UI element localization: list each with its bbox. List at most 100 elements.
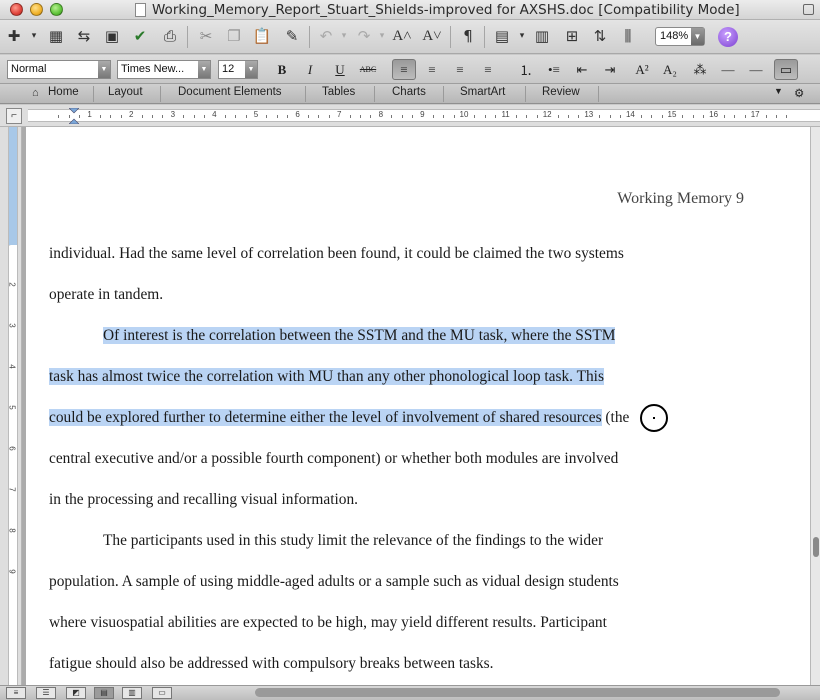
new-dropdown-icon[interactable]: ▾: [24, 26, 44, 46]
decrease-indent-icon[interactable]: ⇤: [570, 59, 594, 80]
copy-icon[interactable]: ❐: [224, 26, 244, 46]
font-size-select[interactable]: 12 ▼: [218, 60, 258, 79]
align-right-button[interactable]: ≡: [448, 59, 472, 80]
tab-tables[interactable]: Tables: [322, 86, 355, 98]
document-line[interactable]: in the processing and recalling visual i…: [49, 490, 358, 510]
print-layout-view-icon[interactable]: ▤: [94, 687, 114, 699]
tab-home[interactable]: Home: [48, 86, 79, 98]
increase-indent-icon[interactable]: ⇥: [598, 59, 622, 80]
strikethrough-button[interactable]: ABC: [356, 59, 380, 80]
tab-divider: [443, 86, 444, 102]
undo-icon[interactable]: ↶: [316, 26, 336, 46]
outline-view-icon[interactable]: ☰: [36, 687, 56, 699]
zoom-dropdown-icon[interactable]: ▼: [691, 28, 704, 45]
tab-divider: [160, 86, 161, 102]
ruler-strip[interactable]: 1 2 3 4 5 6 7 8 9 10 11 12 13 14 15 16 17: [28, 108, 820, 124]
zoom-window-button[interactable]: [50, 3, 63, 16]
document-line[interactable]: fatigue should also be addressed with co…: [49, 654, 494, 674]
help-icon[interactable]: ?: [718, 27, 738, 47]
templates-icon[interactable]: ▦: [46, 26, 66, 46]
fullscreen-icon[interactable]: [803, 4, 814, 15]
redo-dropdown-icon[interactable]: ▾: [372, 26, 392, 46]
tab-divider: [93, 86, 94, 102]
superscript-button[interactable]: A²: [630, 59, 654, 80]
minimize-window-button[interactable]: [30, 3, 43, 16]
document-line[interactable]: The participants used in this study limi…: [103, 531, 603, 551]
text-effects-icon[interactable]: ⁂: [688, 59, 712, 80]
gallery-icon[interactable]: ⊞: [562, 26, 582, 46]
document-proxy-icon[interactable]: [135, 3, 146, 17]
zoom-select[interactable]: 148% ▼: [655, 27, 705, 46]
close-window-button[interactable]: [10, 3, 23, 16]
ruler-tick: [484, 115, 486, 118]
pilcrow-icon[interactable]: ¶: [458, 26, 478, 46]
vertical-scroll-thumb[interactable]: [813, 537, 819, 557]
document-canvas[interactable]: Working Memory 9 individual. Had the sam…: [22, 127, 810, 685]
vertical-scrollbar[interactable]: [810, 127, 820, 685]
word-window: Working_Memory_Report_Stuart_Shields-imp…: [0, 0, 820, 700]
text-direction-icon[interactable]: ⇅: [590, 26, 610, 46]
notebook-view-icon[interactable]: ▥: [122, 687, 142, 699]
draft-view-icon[interactable]: ≡: [6, 687, 26, 699]
open-icon[interactable]: ⇆: [74, 26, 94, 46]
tab-review[interactable]: Review: [542, 86, 580, 98]
document-line[interactable]: where visuospatial abilities are expecte…: [49, 613, 607, 633]
publishing-view-icon[interactable]: ◩: [66, 687, 86, 699]
tab-charts[interactable]: Charts: [392, 86, 426, 98]
ruler-number: 12: [542, 110, 552, 119]
document-line[interactable]: task has almost twice the correlation wi…: [49, 367, 604, 387]
tab-layout[interactable]: Layout: [108, 86, 143, 98]
paste-icon[interactable]: 📋: [252, 26, 272, 46]
tab-smartart[interactable]: SmartArt: [460, 86, 505, 98]
horizontal-scroll-thumb[interactable]: [255, 688, 780, 697]
document-line[interactable]: operate in tandem.: [49, 285, 163, 305]
ribbon-tabs: ⌂ Home Layout Document Elements Tables C…: [0, 84, 820, 104]
format-painter-icon[interactable]: ✎: [282, 26, 302, 46]
collapse-ribbon-icon[interactable]: ▼: [774, 86, 783, 96]
indent-marker-icon[interactable]: [69, 108, 79, 124]
grow-font-icon[interactable]: A˄: [392, 26, 412, 46]
style-select[interactable]: Normal ▼: [7, 60, 111, 79]
document-line[interactable]: individual. Had the same level of correl…: [49, 244, 624, 264]
underline-button[interactable]: U: [328, 59, 352, 80]
spellcheck-icon[interactable]: ✔: [130, 26, 150, 46]
print-icon[interactable]: ⎙: [160, 26, 180, 46]
new-document-icon[interactable]: ✚: [4, 26, 24, 46]
document-page[interactable]: Working Memory 9 individual. Had the sam…: [26, 127, 810, 685]
document-line[interactable]: population. A sample of using middle-age…: [49, 572, 619, 592]
sidebar-icon[interactable]: ▤: [492, 26, 512, 46]
gear-icon[interactable]: ⚙: [794, 86, 804, 100]
ruler-number: 14: [625, 110, 635, 119]
line-spacing-icon[interactable]: —: [716, 59, 740, 80]
align-left-button[interactable]: ≡: [392, 59, 416, 80]
bold-button[interactable]: B: [270, 59, 294, 80]
ruler-number: 11: [501, 110, 510, 119]
italic-button[interactable]: I: [298, 59, 322, 80]
tab-stop-selector[interactable]: ⌐: [6, 108, 22, 124]
shrink-font-icon[interactable]: A˅: [422, 26, 442, 46]
save-icon[interactable]: ▣: [102, 26, 122, 46]
cut-icon[interactable]: ✂: [196, 26, 216, 46]
ruler-tick: [193, 115, 195, 118]
justify-button[interactable]: ≡: [476, 59, 500, 80]
subscript-button[interactable]: A₂: [658, 59, 682, 80]
tab-document-elements[interactable]: Document Elements: [178, 86, 282, 98]
sidebar-dropdown-icon[interactable]: ▾: [512, 26, 532, 46]
document-line[interactable]: Of interest is the correlation between t…: [103, 326, 616, 346]
font-select[interactable]: Times New... ▼: [117, 60, 211, 79]
columns-icon[interactable]: ⫼: [618, 26, 638, 46]
ruler-tick: [536, 115, 538, 118]
document-line[interactable]: central executive and/or a possible four…: [49, 449, 618, 469]
align-center-button[interactable]: ≡: [420, 59, 444, 80]
border-icon[interactable]: —: [744, 59, 768, 80]
ruler-number: 13: [584, 110, 594, 119]
numbered-list-icon[interactable]: ⒈: [514, 59, 538, 80]
redo-icon[interactable]: ↷: [354, 26, 374, 46]
highlight-icon[interactable]: ▭: [774, 59, 798, 80]
ruler-tick: [79, 115, 81, 118]
focus-view-icon[interactable]: ▭: [152, 687, 172, 699]
document-line[interactable]: could be explored further to determine e…: [49, 408, 629, 428]
undo-dropdown-icon[interactable]: ▾: [334, 26, 354, 46]
bulleted-list-icon[interactable]: •≡: [542, 59, 566, 80]
media-browser-icon[interactable]: ▥: [532, 26, 552, 46]
